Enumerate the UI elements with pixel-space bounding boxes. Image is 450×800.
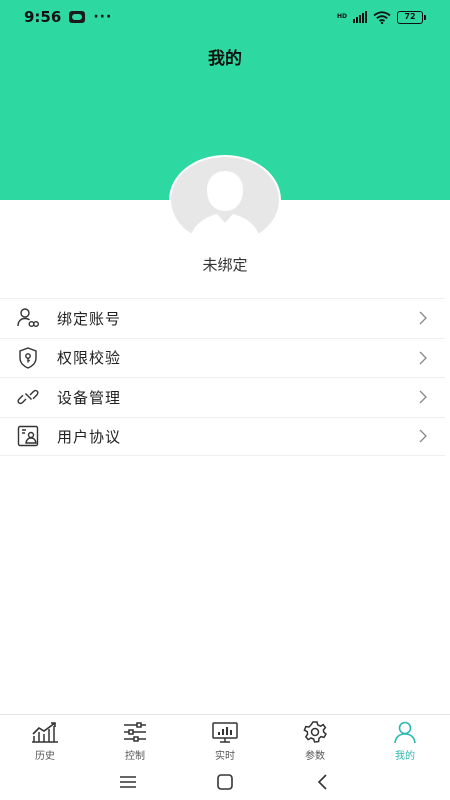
default-avatar-icon[interactable] [169,155,281,245]
status-time: 9:56 [24,8,62,26]
status-right: HD 72 [336,10,426,24]
user-icon [390,720,420,744]
sliders-icon [120,720,150,744]
link-icon [15,384,41,410]
tab-label: 参数 [305,751,325,762]
chart-trend-icon [30,720,60,744]
menu-item-device-management[interactable]: 设备管理 [0,377,445,417]
menu-item-user-agreement[interactable]: 用户协议 [0,416,445,456]
chevron-right-icon [417,389,429,405]
menu-item-label: 设备管理 [57,388,122,407]
system-navigation-bar [0,764,450,800]
battery-indicator: 72 [397,10,426,24]
tab-control[interactable]: 控制 [90,715,180,764]
battery-level: 72 [397,10,423,24]
user-link-icon [15,305,41,331]
signal-icon [353,11,367,23]
shield-key-icon [15,345,41,371]
menu-item-label: 绑定账号 [57,309,122,328]
home-icon[interactable] [210,770,240,794]
tab-realtime[interactable]: 实时 [180,715,270,764]
tab-history[interactable]: 历史 [0,715,90,764]
settings-menu: 绑定账号 权限校验 设备管理 用户协议 [0,298,445,456]
monitor-icon [210,720,240,744]
tab-mine[interactable]: 我的 [360,715,450,764]
back-icon[interactable] [307,770,337,794]
more-notifications: ··· [93,9,113,25]
menu-item-bind-account[interactable]: 绑定账号 [0,298,445,338]
agreement-icon [15,423,41,449]
chevron-right-icon [417,350,429,366]
tab-label: 控制 [125,751,145,762]
battery-tip [424,14,426,20]
menu-item-permission-check[interactable]: 权限校验 [0,337,445,377]
status-left: 9:56 ··· [24,8,112,26]
chevron-right-icon [417,310,429,326]
tab-label: 我的 [395,751,415,762]
tab-label: 实时 [215,751,235,762]
network-type: HD [336,12,347,20]
gear-icon [300,720,330,744]
wifi-icon [373,10,391,24]
bottom-tab-bar: 历史 控制 实时 参数 我的 [0,714,450,764]
menu-item-label: 用户协议 [57,427,122,446]
menu-item-label: 权限校验 [57,349,122,368]
tab-parameters[interactable]: 参数 [270,715,360,764]
chevron-right-icon [417,428,429,444]
menu-icon[interactable] [113,770,143,794]
bind-status-label: 未绑定 [202,256,248,274]
status-bar: 9:56 ··· HD 72 [0,0,450,34]
wechat-notification-icon [69,11,86,23]
page-title: 我的 [208,49,242,69]
tab-label: 历史 [35,751,55,762]
